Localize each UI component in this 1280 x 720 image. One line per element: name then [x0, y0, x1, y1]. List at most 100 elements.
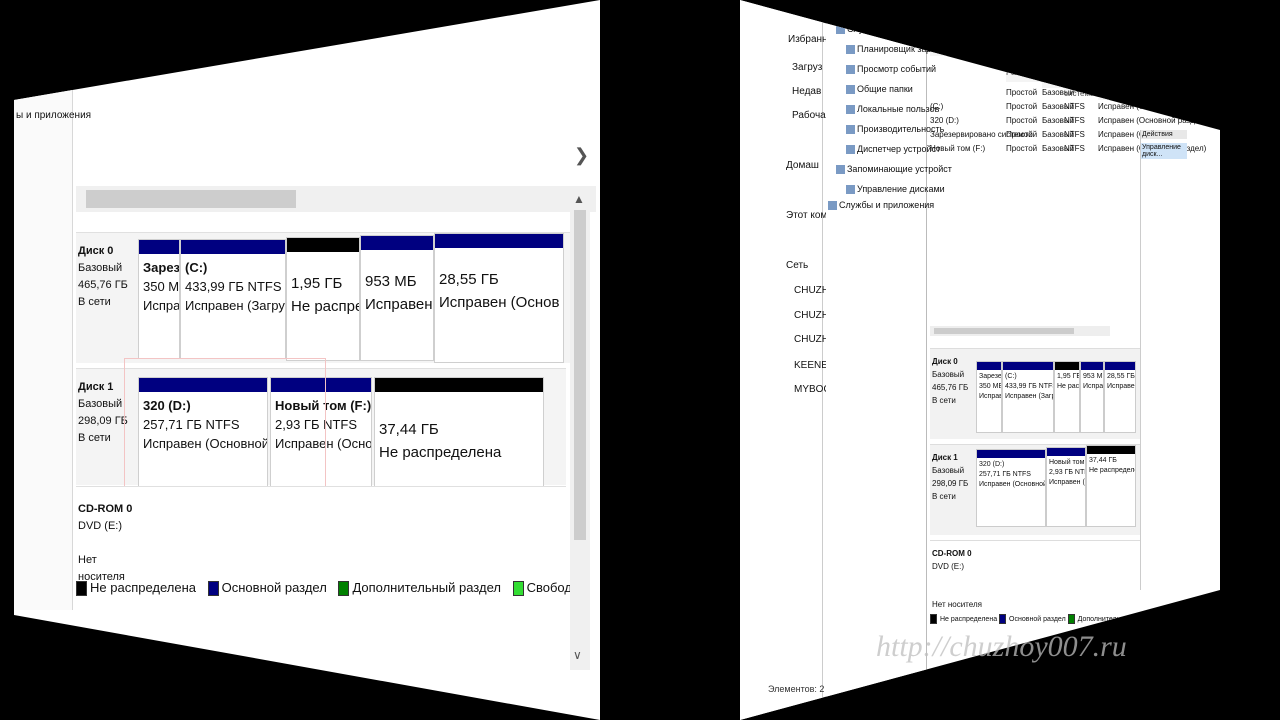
volume-fs: NTFS — [1064, 102, 1085, 111]
scroll-up-icon[interactable]: ▲ — [573, 192, 585, 206]
toolbar-icon[interactable] — [859, 3, 868, 15]
partition-unallocated-37[interactable]: 37,44 ГБ Не распределена — [1086, 445, 1136, 527]
partition-unallocated-37[interactable]: 37,44 ГБ Не распределена — [374, 377, 544, 495]
disk-row-0[interactable]: Диск 0 Базовый 465,76 ГБ В сети Зарезер 3… — [930, 348, 1140, 439]
table-row[interactable]: Зарезервировано системой Простой Базовый… — [930, 130, 1180, 142]
horizontal-scrollbar[interactable] — [76, 186, 596, 212]
partition-state: Исправен (Загрузка, Ф — [185, 298, 285, 313]
event-icon — [846, 65, 855, 75]
nav-item-favorites[interactable]: Избранн — [788, 34, 828, 45]
partition-d[interactable]: 320 (D:) 257,71 ГБ NTFS Исправен (Основной… — [976, 449, 1046, 527]
partition-state: Исправен (Основ — [439, 294, 560, 311]
toolbar-icon[interactable] — [837, 3, 846, 15]
legend-label: Основной раздел — [1009, 615, 1066, 623]
volume-name: 320 (D:) — [930, 116, 959, 125]
cdrom-info: CD-ROM 0 DVD (E:) — [932, 547, 972, 573]
nav-item-desktop[interactable]: Рабоча — [792, 110, 826, 121]
nav-item-computer[interactable]: CHUZH — [794, 285, 829, 296]
partition-953mb[interactable]: 953 МБ Исправен — [360, 235, 434, 361]
tree-item-local-users[interactable]: Локальные пользов — [846, 104, 940, 115]
partition-size: 433,99 ГБ NTFS — [185, 279, 282, 294]
scrollbar-thumb[interactable] — [86, 190, 296, 208]
tree-item-task-scheduler[interactable]: Планировщик задан — [846, 44, 942, 55]
nav-item-computer[interactable]: CHUZH — [794, 310, 829, 321]
legend: Не распределена Основной раздел Дополнит… — [930, 614, 1202, 624]
nav-item-homegroup[interactable]: Домаш — [786, 160, 819, 171]
table-row[interactable]: 320 (D:) Простой Базовый NTFS Исправен (… — [930, 116, 1206, 128]
tree-item-shared-folders[interactable]: Общие папки — [846, 84, 913, 95]
nav-item-this-pc[interactable]: Этот ком — [786, 210, 827, 221]
partition-953mb[interactable]: 953 МБ Исправен — [1080, 361, 1104, 433]
horizontal-scrollbar[interactable] — [930, 326, 1110, 336]
explorer-navigation-pane: Избранн Загруз Недав Рабоча Домаш Этот к… — [740, 0, 834, 720]
tree-label: Диспетчер устройст — [857, 144, 941, 154]
nav-item-recent[interactable]: Недав — [792, 86, 821, 97]
partition-reserved[interactable]: Зарезер 350 МБ N Исправ — [976, 361, 1002, 433]
disk-row-1[interactable]: Диск 1 Базовый 298,09 ГБ В сети 320 (D:)… — [930, 444, 1140, 535]
partition-f[interactable]: Новый том (F:) 2,93 ГБ NTFS Исправен (Осн — [1046, 447, 1086, 527]
tree-item-computer-management[interactable]: Управление компьютером (л — [828, 8, 959, 19]
cdrom-row[interactable]: CD-ROM 0 DVD (E:) Нет носителя — [76, 486, 566, 583]
nav-item-network[interactable]: Сеть — [786, 260, 808, 271]
tree-item-services[interactable]: Службы и приложения — [828, 200, 934, 211]
nav-item-downloads[interactable]: Загруз — [792, 62, 822, 73]
column-header-type[interactable]: Тип — [1042, 74, 1063, 88]
scrollbar-thumb[interactable] — [934, 328, 1074, 334]
legend-swatch — [207, 581, 219, 597]
volume-list: Том Расположение Тип Файловая система Со… — [930, 40, 1206, 340]
partition-state: Исправ — [979, 393, 1002, 400]
partition-unallocated[interactable]: 1,95 ГБ Не распреде — [1054, 361, 1080, 433]
volume-location: Простой — [1006, 102, 1038, 111]
column-header-volume[interactable]: Том — [930, 42, 1005, 56]
disk-size: 298,09 ГБ — [932, 479, 969, 488]
toolbar-icon[interactable] — [870, 3, 879, 15]
chevron-down-icon[interactable]: ∨ — [573, 648, 582, 662]
vertical-scrollbar[interactable]: ▲ ∨ — [570, 190, 590, 670]
partition-title: Зарезер — [979, 373, 1002, 380]
tree-label: Локальные пользов — [857, 104, 940, 114]
partition-c[interactable]: (C:) 433,99 ГБ NTFS Исправен (Загрузка, … — [180, 239, 286, 359]
partition-bar — [375, 378, 543, 392]
nav-item-computer[interactable]: CHUZH — [794, 334, 829, 345]
partition-bar — [1055, 362, 1079, 370]
disk-status: В сети — [932, 492, 956, 501]
disk-management-zoomed-view: ы и приложения ❯ Диск 0 Базовый 465,76 Г… — [14, 0, 600, 720]
disk-row-0[interactable]: Диск 0 Базовый 465,76 ГБ В сети Зарезер … — [76, 232, 576, 363]
partition-reserved[interactable]: Зарезер 350 МБ N Исправен — [138, 239, 180, 359]
legend-primary: Основной раздел — [207, 580, 327, 597]
disk-icon — [846, 185, 855, 195]
column-header-location[interactable]: Расположение — [1006, 68, 1060, 82]
table-row[interactable]: (C:) Простой Базовый NTFS Исправен (Загр… — [930, 102, 1181, 114]
cdrom-row[interactable]: CD-ROM 0 DVD (E:) — [930, 540, 1140, 581]
table-row[interactable]: Простой Базовый Исправен (Основной разде… — [930, 88, 1206, 100]
partition-state: Исправен — [1083, 383, 1104, 390]
legend-label: Дополнительный раздел — [352, 580, 501, 595]
disk-info: Диск 0 Базовый 465,76 ГБ В сети — [78, 243, 134, 311]
tree-item-device-manager[interactable]: Диспетчер устройст — [846, 144, 941, 155]
chevron-right-icon[interactable]: ❯ — [574, 145, 589, 166]
tree-item-system-tools[interactable]: Служебные программы — [836, 24, 945, 35]
disk-info: Диск 0 Базовый 465,76 ГБ В сети — [932, 355, 968, 407]
actions-item-disk-management[interactable]: Управление диск... — [1141, 143, 1187, 159]
tree-label: Просмотр событий — [857, 64, 937, 74]
partition-bar — [1087, 446, 1135, 454]
disk-type: Базовый — [932, 370, 965, 379]
column-header-state[interactable]: Состояние — [1098, 86, 1139, 100]
partition-c[interactable]: (C:) 433,99 ГБ NTFS Исправен (Загрузка, Ф — [1002, 361, 1054, 433]
cdrom-drive: DVD (E:) — [78, 520, 122, 532]
scrollbar-thumb[interactable] — [574, 210, 586, 540]
legend-label: Основной раздел — [221, 580, 327, 595]
tree-item-event-viewer[interactable]: Просмотр событий — [846, 64, 937, 75]
toolbar-icon[interactable] — [848, 3, 857, 15]
toolbar-icon[interactable] — [826, 3, 835, 15]
partition-size: 2,93 ГБ NTFS — [1049, 469, 1085, 476]
partition-recovery[interactable]: 28,55 ГБ Исправен (Осн — [1104, 361, 1136, 433]
disk-name: Диск 0 — [78, 245, 114, 257]
partition-recovery[interactable]: 28,55 ГБ Исправен (Основ — [434, 233, 564, 363]
disk-size: 465,76 ГБ — [932, 383, 969, 392]
computer-icon — [828, 9, 837, 19]
legend-swatch — [512, 581, 524, 597]
partition-unallocated[interactable]: 1,95 ГБ Не распреде — [286, 237, 360, 361]
table-row[interactable]: Новый том (F:) Простой Базовый NTFS Испр… — [930, 144, 1206, 156]
status-bar-selected: выбран д — [790, 708, 830, 718]
